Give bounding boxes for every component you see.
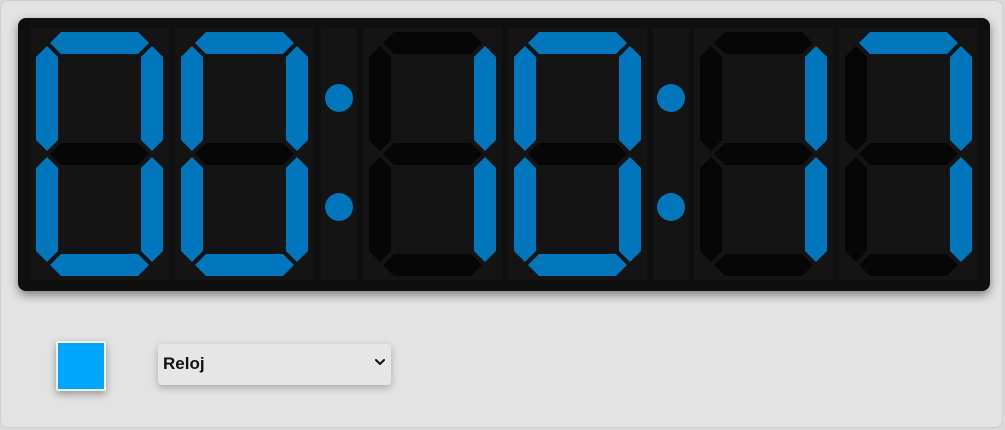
- mode-select-value: Reloj: [163, 354, 205, 373]
- separator-cell: [653, 28, 689, 280]
- segment-g-off: [528, 143, 627, 165]
- segment-c-on: [950, 157, 972, 262]
- segment-a-on: [195, 32, 294, 54]
- colon-separator-2: [653, 28, 689, 280]
- clock-digit-4: [508, 28, 647, 280]
- segment-b-on: [950, 46, 972, 151]
- segment-d-on: [195, 254, 294, 276]
- segment-f-off: [369, 46, 391, 151]
- segment-b-on: [286, 46, 308, 151]
- segment-d-off: [714, 254, 813, 276]
- segment-f-on: [514, 46, 536, 151]
- segment-e-on: [514, 157, 536, 262]
- segment-e-on: [181, 157, 203, 262]
- segment-a-on: [50, 32, 149, 54]
- clock-digit-2: [175, 28, 314, 280]
- segment-a-on: [859, 32, 958, 54]
- segment-g-off: [50, 143, 149, 165]
- clock-digit-1: [30, 28, 169, 280]
- segment-c-on: [619, 157, 641, 262]
- segment-d-off: [383, 254, 482, 276]
- segment-f-on: [181, 46, 203, 151]
- segment-f-off: [700, 46, 722, 151]
- color-picker-button[interactable]: [56, 341, 106, 391]
- segment-e-off: [369, 157, 391, 262]
- clock-digit-6: [839, 28, 978, 280]
- chevron-down-icon: [375, 359, 385, 365]
- segment-e-off: [845, 157, 867, 262]
- segment-b-on: [474, 46, 496, 151]
- segment-f-on: [36, 46, 58, 151]
- clock-panel: Reloj: [0, 0, 1003, 428]
- separator-cell: [321, 28, 357, 280]
- clock-digit-3: [363, 28, 502, 280]
- colon-dot-bottom: [325, 193, 353, 221]
- segment-g-off: [195, 143, 294, 165]
- segment-e-off: [700, 157, 722, 262]
- segment-b-on: [805, 46, 827, 151]
- controls-bar: Reloj: [1, 301, 1004, 429]
- segment-c-on: [805, 157, 827, 262]
- segment-e-on: [36, 157, 58, 262]
- clock-digit-5: [694, 28, 833, 280]
- segment-f-off: [845, 46, 867, 151]
- segment-a-off: [383, 32, 482, 54]
- segment-g-off: [383, 143, 482, 165]
- segment-b-on: [141, 46, 163, 151]
- colon-dot-top: [325, 84, 353, 112]
- mode-select[interactable]: Reloj: [158, 344, 391, 385]
- segment-a-on: [528, 32, 627, 54]
- segment-d-on: [528, 254, 627, 276]
- segment-c-on: [141, 157, 163, 262]
- segment-d-on: [50, 254, 149, 276]
- segment-b-on: [619, 46, 641, 151]
- segment-a-off: [714, 32, 813, 54]
- clock-digits-canvas: [30, 28, 978, 280]
- segment-d-off: [859, 254, 958, 276]
- segment-c-on: [286, 157, 308, 262]
- colon-dot-bottom: [657, 193, 685, 221]
- colon-dot-top: [657, 84, 685, 112]
- segment-g-off: [859, 143, 958, 165]
- seven-segment-display: [18, 18, 990, 291]
- segment-c-on: [474, 157, 496, 262]
- colon-separator-1: [321, 28, 357, 280]
- segment-g-off: [714, 143, 813, 165]
